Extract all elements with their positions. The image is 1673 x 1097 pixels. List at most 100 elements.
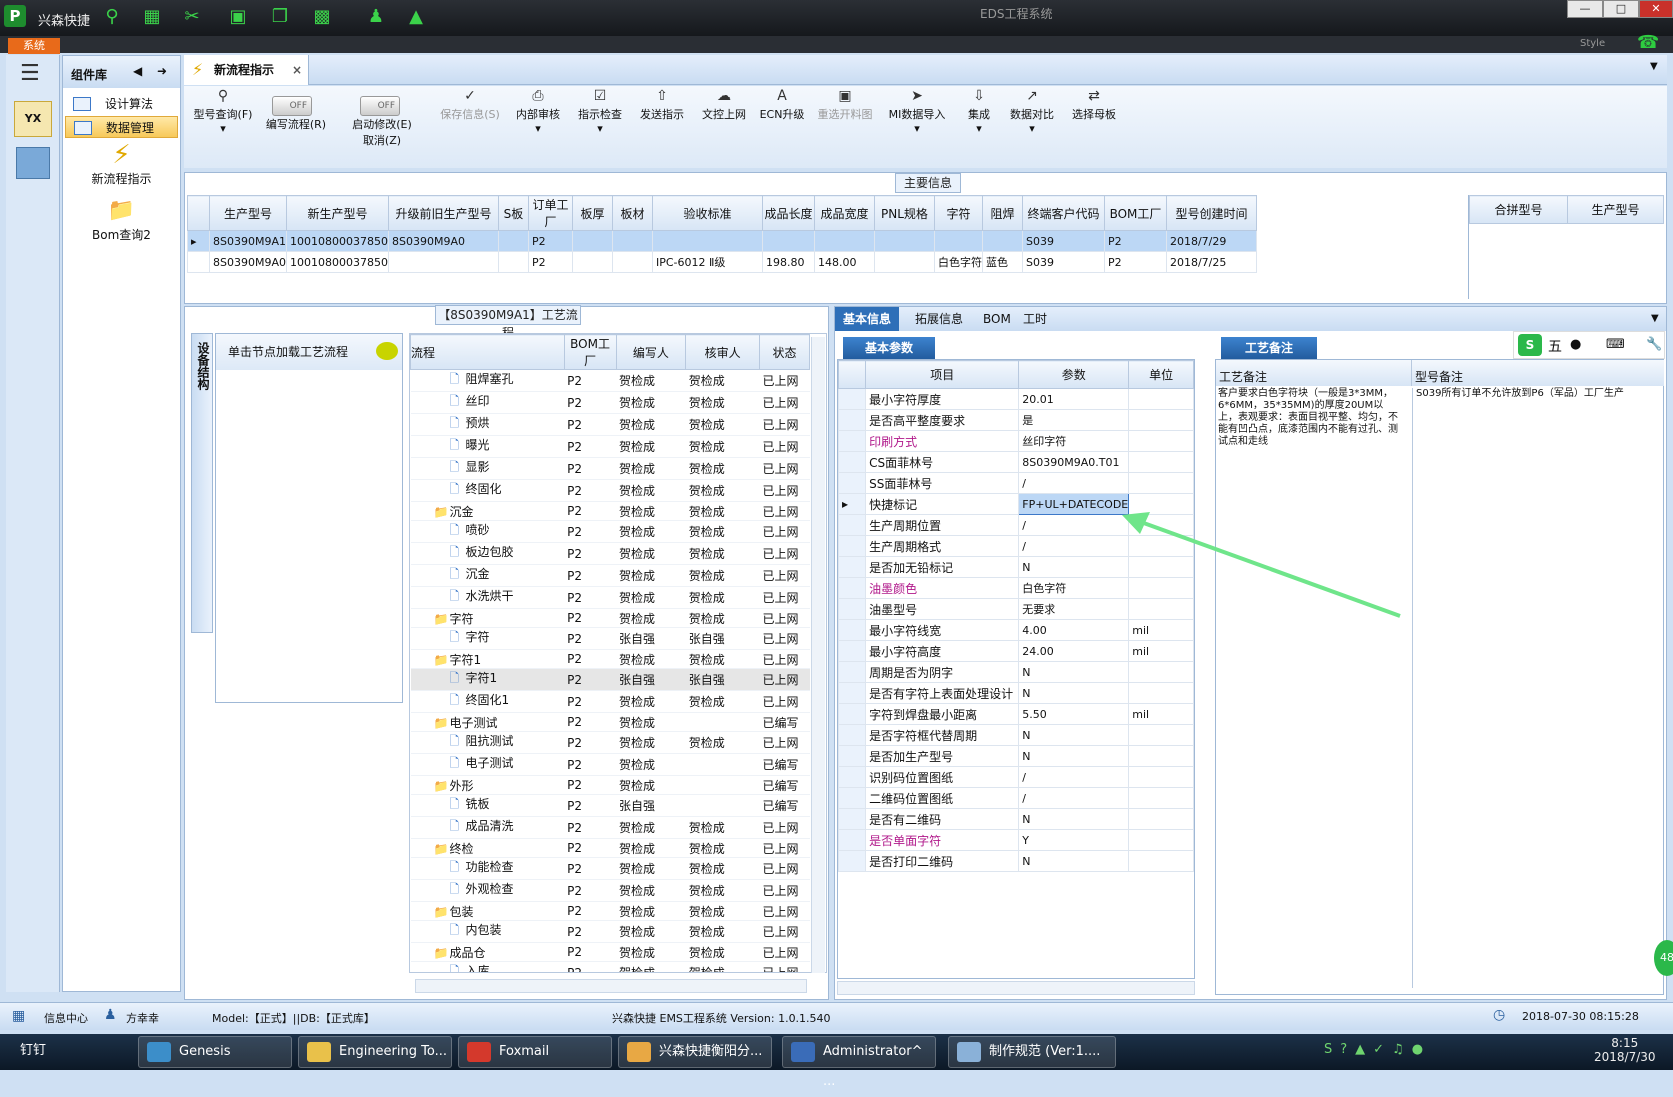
main-col-header[interactable]: 字符 [933, 195, 983, 231]
flow-status-cell[interactable]: 已编写 [759, 753, 810, 776]
flow-reviewer-cell[interactable]: 张自强 [685, 668, 760, 691]
flow-node-cell[interactable]: 🗋 水洗烘干 [410, 586, 565, 609]
flow-status-cell[interactable]: 已上网 [759, 435, 810, 458]
flow-factory-cell[interactable]: P2 [564, 775, 616, 795]
flow-node-cell[interactable]: 🗋 入库 [410, 961, 565, 972]
row-header-cell[interactable] [838, 451, 867, 473]
maximize-button[interactable]: □ [1603, 0, 1639, 18]
flow-node-cell[interactable]: 🗋 电子测试 [410, 753, 565, 776]
flow-node-cell[interactable]: 🗋 丝印 [410, 391, 565, 414]
flow-node-cell[interactable]: 🗋 阻焊塞孔 [410, 369, 565, 392]
main-col-header[interactable]: 阻焊 [981, 195, 1023, 231]
flow-factory-cell[interactable]: P2 [564, 712, 616, 732]
pin-icon[interactable]: ➜ [157, 64, 167, 78]
param-row[interactable]: 是否加生产型号 N [838, 745, 1194, 767]
flow-writer-cell[interactable]: 贺检成 [616, 586, 686, 609]
param-col-item[interactable]: 项目 [865, 360, 1020, 389]
flow-row[interactable]: 🗋 铣板 P2 张自强 已编写 [410, 794, 810, 817]
flow-status-cell[interactable]: 已上网 [759, 816, 810, 839]
flow-reviewer-cell[interactable]: 张自强 [685, 627, 760, 650]
flow-status-cell[interactable]: 已上网 [759, 369, 810, 392]
flow-writer-cell[interactable]: 贺检成 [616, 961, 686, 972]
taskbar-item-administrator[interactable]: Administrator^ ... [782, 1036, 936, 1089]
table-cell[interactable]: P2 [1103, 251, 1167, 273]
flow-node-cell[interactable]: 📁字符 [410, 608, 565, 628]
flow-reviewer-cell[interactable]: 贺检成 [685, 901, 760, 921]
flow-reviewer-cell[interactable] [685, 712, 760, 732]
flow-reviewer-cell[interactable]: 贺检成 [685, 391, 760, 414]
flow-factory-cell[interactable]: P2 [564, 413, 616, 436]
flow-writer-cell[interactable]: 张自强 [616, 627, 686, 650]
flow-writer-cell[interactable]: 贺检成 [616, 816, 686, 839]
flow-col-status[interactable]: 状态 [759, 334, 810, 370]
flow-row[interactable]: 🗋 功能检查 P2 贺检成 贺检成 已上网 [410, 857, 810, 880]
flow-writer-cell[interactable]: 贺检成 [616, 649, 686, 669]
param-row[interactable]: CS面菲林号 8S0390M9A0.T01 [838, 451, 1194, 473]
tab-bom[interactable]: BOM [975, 307, 1019, 331]
flow-node-cell[interactable]: 🗋 内包装 [410, 920, 565, 943]
user-icon[interactable]: ♟ [364, 6, 388, 28]
flow-node-cell[interactable]: 🗋 板边包胶 [410, 542, 565, 565]
flow-status-cell[interactable]: 已上网 [759, 564, 810, 587]
param-value-cell[interactable]: N [1018, 850, 1130, 872]
flow-reviewer-cell[interactable]: 贺检成 [685, 857, 760, 880]
flow-factory-cell[interactable]: P2 [564, 816, 616, 839]
flow-node-cell[interactable]: 🗋 字符 [410, 627, 565, 650]
menu-icon[interactable]: ☰ [20, 61, 40, 86]
param-row[interactable]: 是否字符框代替周期 N [838, 724, 1194, 746]
flow-node-cell[interactable]: 📁字符1 [410, 649, 565, 669]
tab-new-flow[interactable]: ⚡ 新流程指示 × [184, 55, 309, 85]
main-col-header[interactable]: 型号创建时间 [1165, 195, 1257, 231]
model-query-button[interactable]: ⚲ 型号查询(F) ▾ [188, 88, 258, 135]
integrate-button[interactable]: ⇩ 集成 ▾ [956, 88, 1002, 135]
chart-icon[interactable]: ▲ [404, 6, 428, 28]
param-row[interactable]: ▸ 快捷标记 FP+UL+DATECODE [838, 493, 1194, 515]
tab-work-hours[interactable]: 工时 [1015, 307, 1055, 331]
param-value-cell[interactable]: / [1018, 472, 1130, 494]
flow-status-cell[interactable]: 已上网 [759, 668, 810, 691]
flow-node-cell[interactable]: 📁成品仓 [410, 942, 565, 962]
flow-row[interactable]: 🗋 电子测试 P2 贺检成 已编写 [410, 753, 810, 776]
flow-row[interactable]: 🗋 沉金 P2 贺检成 贺检成 已上网 [410, 564, 810, 587]
flow-row[interactable]: 📁字符 P2 贺检成 贺检成 已上网 [410, 608, 810, 628]
flow-row[interactable]: 📁包装 P2 贺检成 贺检成 已上网 [410, 901, 810, 921]
flow-factory-cell[interactable]: P2 [564, 564, 616, 587]
flow-node-cell[interactable]: 🗋 外观检查 [410, 879, 565, 902]
data-compare-button[interactable]: ↗ 数据对比 ▾ [1002, 88, 1062, 135]
flow-factory-cell[interactable]: P2 [564, 435, 616, 458]
flow-factory-cell[interactable]: P2 [564, 690, 616, 713]
flow-node-cell[interactable]: 🗋 显影 [410, 457, 565, 480]
flow-status-cell[interactable]: 已上网 [759, 649, 810, 669]
table-cell[interactable] [387, 251, 499, 273]
param-row[interactable]: 识别码位置图纸 / [838, 766, 1194, 788]
row-header-cell[interactable] [838, 850, 867, 872]
flow-status-cell[interactable]: 已上网 [759, 838, 810, 858]
phone-icon[interactable]: ☎ [1637, 32, 1659, 53]
row-header-cell[interactable] [838, 472, 867, 494]
flow-row[interactable]: 🗋 板边包胶 P2 贺检成 贺检成 已上网 [410, 542, 810, 565]
table-cell[interactable]: 8S0390M9A1 [209, 230, 287, 252]
main-col-header[interactable]: 板厚 [571, 195, 613, 231]
flow-writer-cell[interactable]: 贺检成 [616, 775, 686, 795]
param-row[interactable]: 周期是否为阴字 N [838, 661, 1194, 683]
param-value-cell[interactable]: 是 [1018, 409, 1130, 431]
table-cell[interactable]: 198.80 [761, 251, 815, 273]
param-value-cell[interactable]: Y [1018, 829, 1130, 851]
flow-factory-cell[interactable]: P2 [564, 369, 616, 392]
flow-writer-cell[interactable]: 贺检成 [616, 520, 686, 543]
flow-row[interactable]: 🗋 阻焊塞孔 P2 贺检成 贺检成 已上网 [410, 369, 810, 392]
flow-row[interactable]: 🗋 水洗烘干 P2 贺检成 贺检成 已上网 [410, 586, 810, 609]
table-cell[interactable]: 148.00 [813, 251, 875, 273]
merge-model-header[interactable]: 合拼型号 [1469, 195, 1568, 224]
flow-node-cell[interactable]: 📁外形 [410, 775, 565, 795]
flow-reviewer-cell[interactable]: 贺检成 [685, 586, 760, 609]
table-cell[interactable]: 10010800037850 [286, 251, 389, 273]
flow-reviewer-cell[interactable] [685, 753, 760, 776]
table-cell[interactable]: 白色字符 [933, 251, 983, 273]
flow-factory-cell[interactable]: P2 [564, 668, 616, 691]
taskbar-item-engineering[interactable]: Engineering To... [298, 1036, 452, 1068]
param-value-cell[interactable]: N [1018, 556, 1130, 578]
param-row[interactable]: 最小字符厚度 20.01 [838, 388, 1194, 410]
nav-item-data-management[interactable]: 数据管理 [65, 116, 178, 138]
reselect-cutting-button[interactable]: ▣ 重选开料图 [810, 88, 880, 122]
